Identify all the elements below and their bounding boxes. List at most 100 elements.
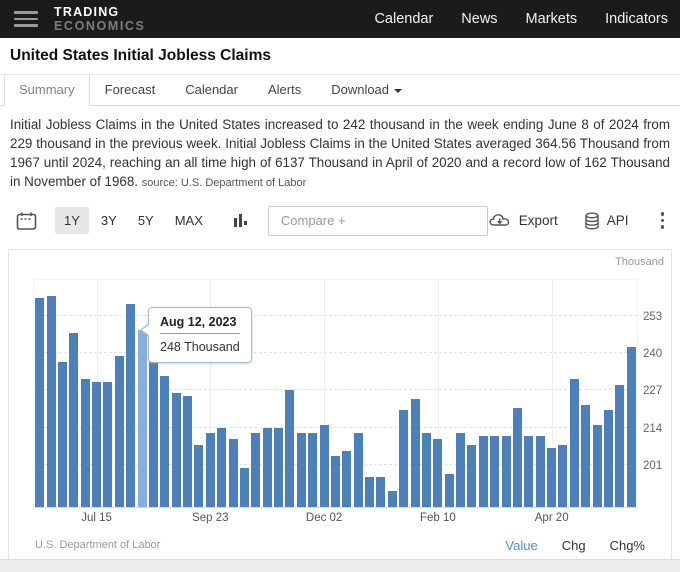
tab-forecast[interactable]: Forecast [90,75,171,106]
bar[interactable] [502,436,511,506]
bar[interactable] [524,436,533,506]
bar[interactable] [217,428,226,507]
y-axis-label: 227 [643,385,673,397]
bar[interactable] [69,333,78,507]
tab-calendar[interactable]: Calendar [170,75,253,106]
bar-slot [296,280,307,507]
bar[interactable] [354,433,363,506]
x-axis-label: Sep 23 [192,512,228,524]
bar[interactable] [388,491,397,507]
bar-slot [353,280,364,507]
bar[interactable] [342,451,351,507]
bar[interactable] [547,448,556,507]
bar[interactable] [103,382,112,507]
bar[interactable] [536,436,545,506]
bar[interactable] [581,405,590,507]
api-button[interactable]: API [584,212,629,230]
bar[interactable] [320,425,329,507]
footer-link-chgpct[interactable]: Chg% [610,538,645,553]
toolbar-right: Export API [488,210,670,231]
bar-slot [114,280,125,507]
bar[interactable] [115,356,124,507]
bar[interactable] [433,439,442,507]
hamburger-menu-icon[interactable] [14,11,38,27]
bar[interactable] [331,456,340,506]
bar[interactable] [399,410,408,506]
bar[interactable] [558,445,567,507]
bar[interactable] [308,433,317,506]
navbar-link-indicators[interactable]: Indicators [605,11,668,27]
bar-slot [91,280,102,507]
tab-download[interactable]: Download [316,75,417,106]
chart-toolbar: 1Y3Y5YMAX Export [10,205,670,237]
bar[interactable] [570,379,579,507]
tab-summary[interactable]: Summary [4,75,90,106]
bar[interactable] [172,393,181,507]
bar-slot [466,280,477,507]
bar[interactable] [490,436,499,506]
bar[interactable] [149,359,158,507]
bar-slot [57,280,68,507]
bar[interactable] [297,433,306,506]
bar-slot [535,280,546,507]
footer-link-chg[interactable]: Chg [562,538,586,553]
bar[interactable] [411,399,420,507]
bar[interactable] [467,445,476,507]
bar[interactable] [615,385,624,507]
trading-economics-logo[interactable]: TRADING ECONOMICS [54,6,146,33]
bar-slot [591,280,602,507]
bar-slot [603,280,614,507]
bar[interactable] [627,347,636,506]
bar-highlighted[interactable] [138,330,147,507]
footer-link-value[interactable]: Value [505,538,537,553]
bar[interactable] [160,376,169,507]
y-axis-label: 214 [643,423,673,435]
bar[interactable] [47,296,56,507]
bar[interactable] [206,433,215,506]
range-button-3y[interactable]: 3Y [92,207,126,234]
bar[interactable] [274,428,283,507]
bar[interactable] [593,425,602,507]
bar[interactable] [58,362,67,507]
chart-type-icon[interactable] [233,213,248,228]
tab-alerts[interactable]: Alerts [253,75,316,106]
navbar-link-calendar[interactable]: Calendar [374,11,433,27]
bar[interactable] [92,382,101,507]
export-button[interactable]: Export [488,212,558,229]
bar[interactable] [194,445,203,507]
bar[interactable] [479,436,488,506]
bar[interactable] [422,433,431,506]
summary-paragraph: Initial Jobless Claims in the United Sta… [10,115,670,192]
chart-card-footer: U.S. Department of Labor ValueChgChg% [35,538,645,553]
bar[interactable] [456,433,465,506]
bar[interactable] [376,477,385,507]
bar[interactable] [285,390,294,506]
more-options-icon[interactable] [655,210,671,231]
api-database-icon [584,212,600,230]
range-button-5y[interactable]: 5Y [129,207,163,234]
bar[interactable] [240,468,249,507]
y-axis-label: 253 [643,311,673,323]
bar[interactable] [445,474,454,507]
bar[interactable] [229,439,238,507]
bar[interactable] [126,304,135,507]
calendar-icon[interactable] [16,211,37,231]
bar[interactable] [263,428,272,507]
bar[interactable] [183,396,192,507]
navbar-link-markets[interactable]: Markets [526,11,578,27]
tooltip-date: Aug 12, 2023 [160,315,240,334]
bar[interactable] [365,477,374,507]
bar[interactable] [35,298,44,506]
bar[interactable] [604,410,613,506]
range-button-1y[interactable]: 1Y [55,207,89,234]
x-axis-label: Jul 15 [81,512,112,524]
bar[interactable] [513,408,522,507]
bar[interactable] [81,379,90,507]
x-axis-label: Dec 02 [306,512,342,524]
range-button-max[interactable]: MAX [166,207,212,234]
compare-input[interactable] [268,206,488,236]
bar-slot [432,280,443,507]
bar[interactable] [251,433,260,506]
bar-slot [307,280,318,507]
navbar-link-news[interactable]: News [461,11,497,27]
